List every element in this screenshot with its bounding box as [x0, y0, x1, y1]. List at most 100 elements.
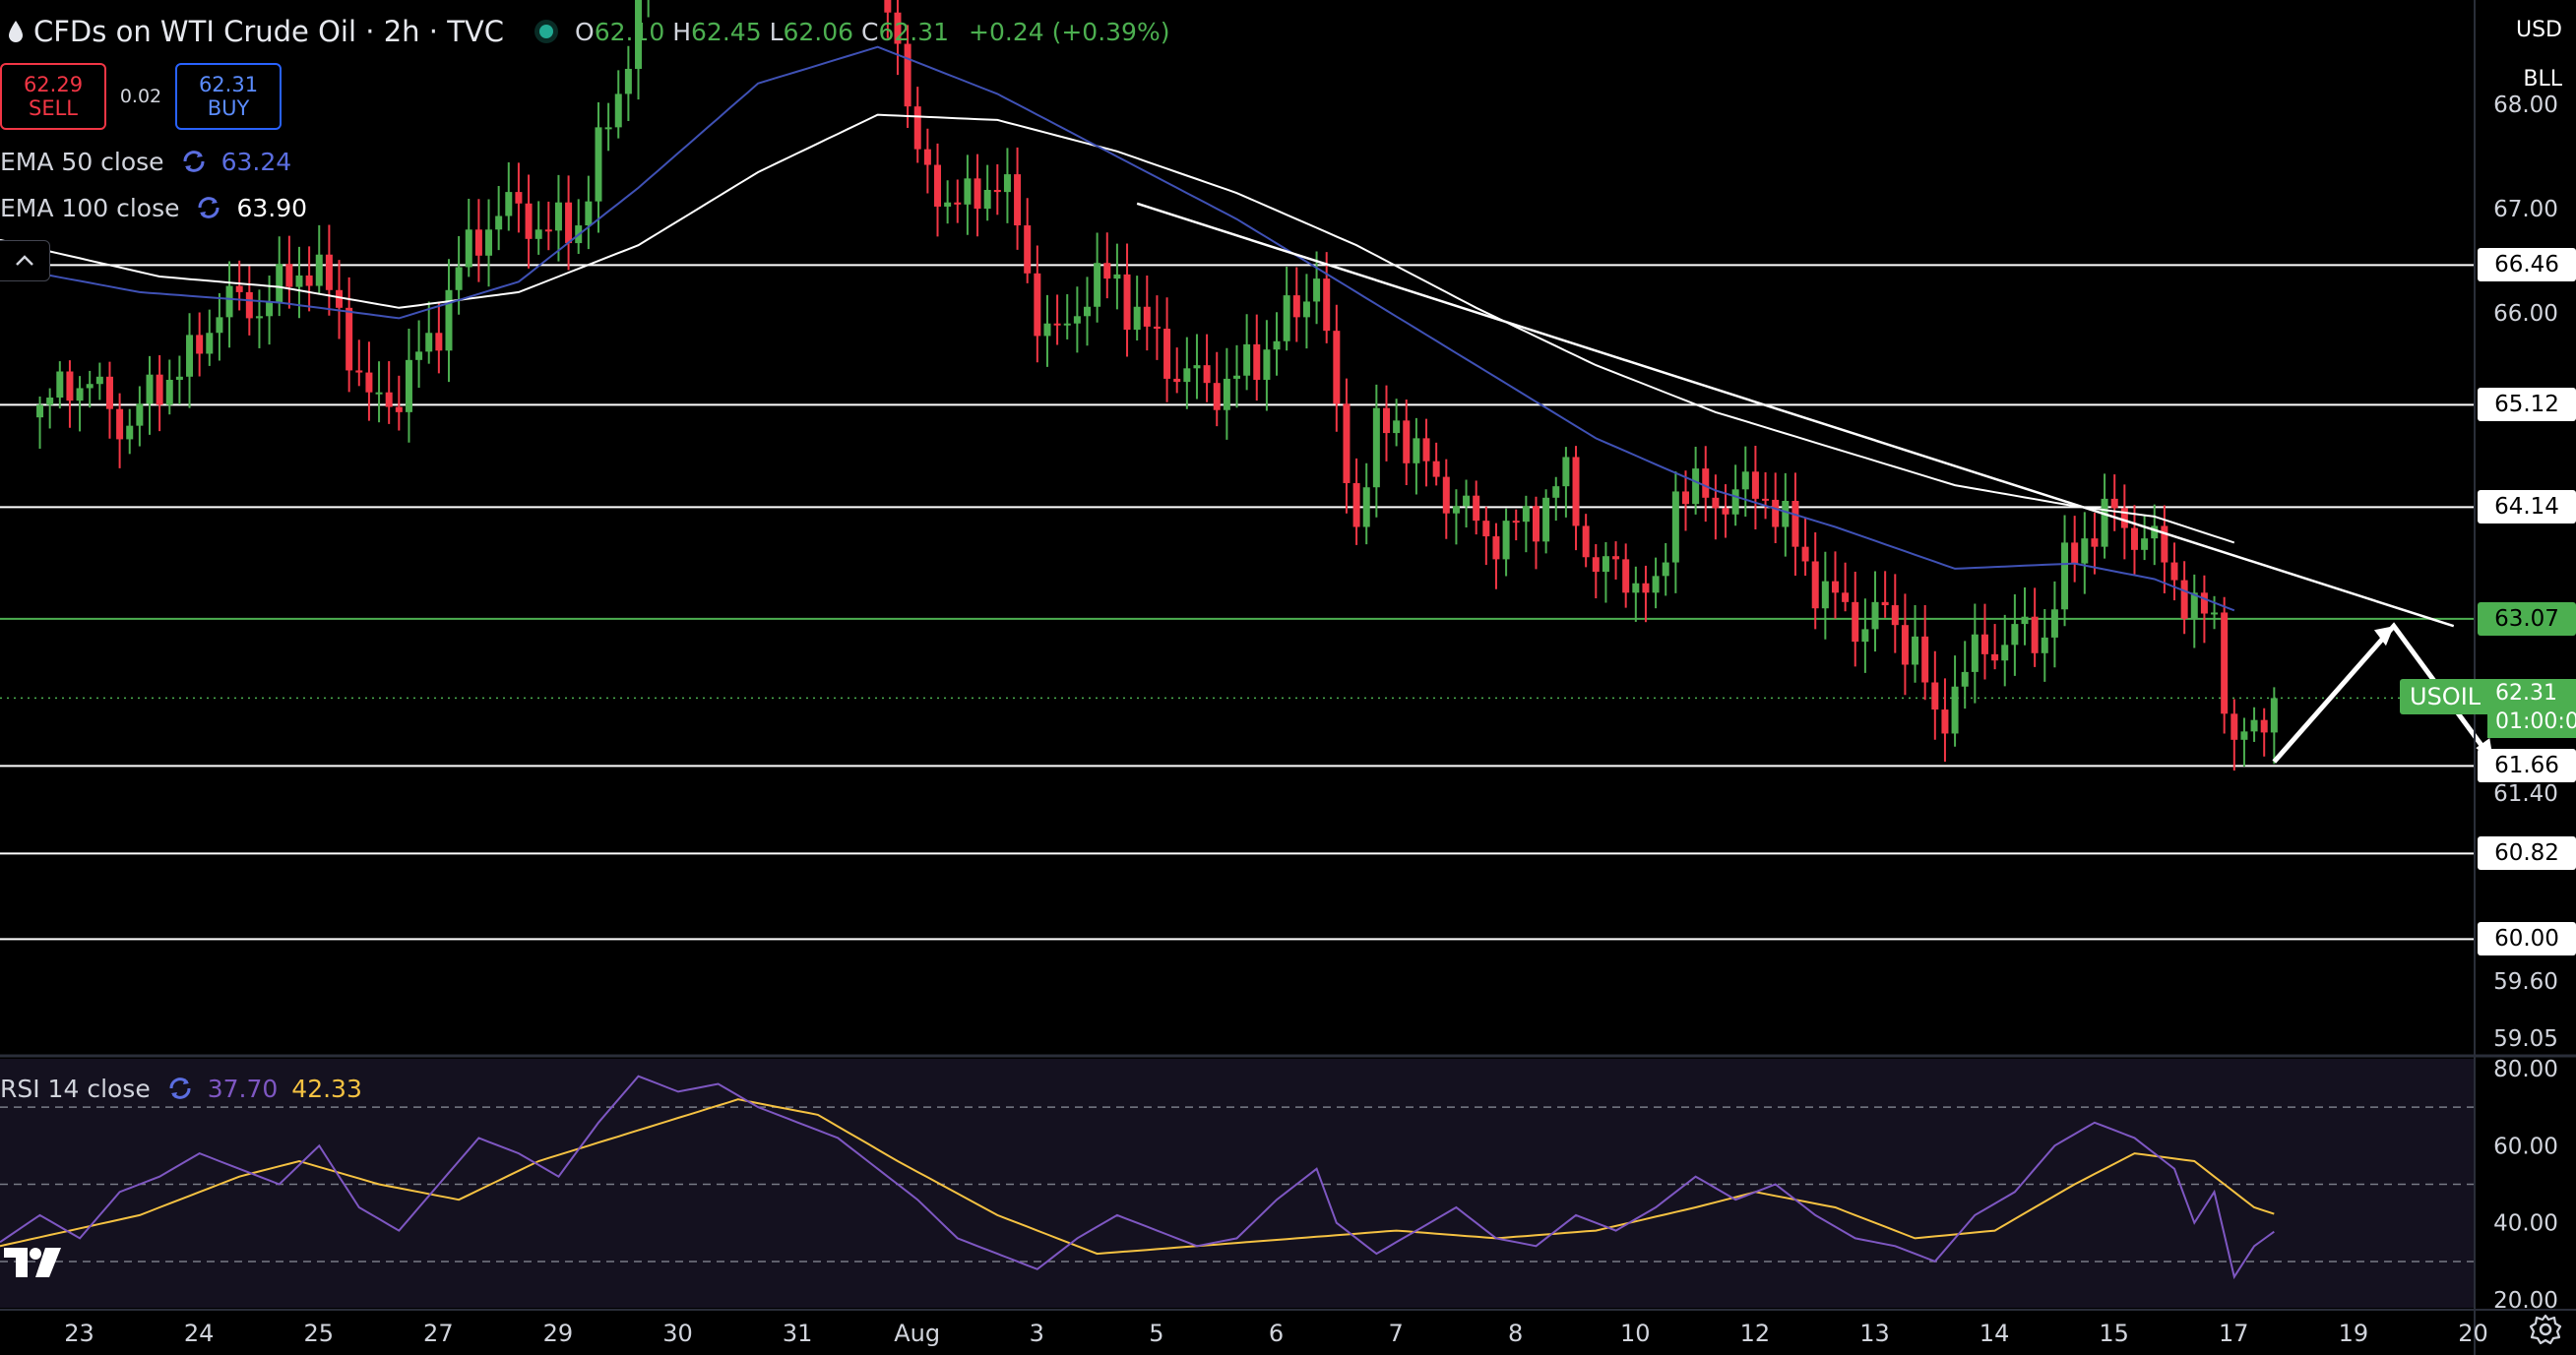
buy-label: BUY [207, 96, 250, 120]
candle-body [126, 425, 134, 440]
candle-body [196, 335, 204, 354]
candle-body [36, 404, 44, 418]
candle-body [1881, 601, 1889, 606]
currency-label[interactable]: USD [2516, 18, 2562, 42]
rsi-tick-label: 40.00 [2493, 1211, 2558, 1237]
candle-body [146, 374, 154, 404]
candle-body [595, 127, 602, 202]
time-tick-label: 25 [303, 1320, 334, 1347]
level-price-label[interactable]: 60.00 [2478, 922, 2576, 956]
time-tick-label: 5 [1149, 1320, 1163, 1347]
candle-body [1632, 583, 1640, 593]
symbol-title[interactable]: CFDs on WTI Crude Oil · 2h · TVC [33, 15, 504, 48]
candle-body [165, 379, 173, 405]
trade-buttons: 62.29 SELL 0.02 62.31 BUY [0, 63, 282, 130]
candle-body [325, 254, 333, 290]
candle-body [2270, 698, 2278, 733]
candle-body [474, 229, 482, 256]
change-value: +0.24 (+0.39%) [969, 17, 1170, 46]
rsi-label: RSI 14 close [0, 1074, 151, 1103]
candle-body [954, 202, 962, 205]
level-price-label[interactable]: 66.46 [2478, 248, 2576, 282]
open-value: 62.10 [594, 17, 665, 46]
candle-body [245, 291, 253, 319]
candle-body [1502, 521, 1510, 560]
ema50-legend[interactable]: EMA 50 close 63.24 [0, 144, 291, 179]
candle-body [1681, 491, 1689, 505]
candle-body [455, 267, 463, 290]
gear-icon[interactable] [2529, 1313, 2562, 1346]
candle-body [1762, 498, 1770, 501]
ema50-value: 63.24 [220, 147, 292, 176]
candle-body [1912, 636, 1919, 665]
candle-body [1971, 634, 1979, 672]
oil-drop-icon [9, 21, 23, 42]
candle-body [2211, 612, 2219, 615]
time-tick-label: 19 [2339, 1320, 2369, 1347]
level-price-label[interactable]: 60.82 [2478, 836, 2576, 871]
time-tick-label: 30 [662, 1320, 693, 1347]
rsi-legend[interactable]: RSI 14 close 37.70 42.33 [0, 1071, 362, 1106]
candle-body [1223, 378, 1230, 410]
symbol-header: CFDs on WTI Crude Oil · 2h · TVC O62.10 … [0, 10, 1169, 53]
candle-body [1003, 174, 1011, 193]
candle-body [1782, 500, 1790, 527]
candle-body [1642, 583, 1650, 593]
candle-body [1931, 682, 1939, 710]
candle-body [544, 229, 552, 232]
candle-body [305, 275, 313, 286]
candle-body [186, 335, 194, 377]
ema100-legend[interactable]: EMA 100 close 63.90 [0, 190, 307, 225]
candle-body [934, 164, 942, 207]
spread-value: 0.02 [119, 86, 162, 107]
low-value: 62.06 [783, 17, 854, 46]
candle-body [1193, 365, 1201, 369]
candle-body [405, 359, 412, 412]
level-price-label[interactable]: 65.12 [2478, 388, 2576, 422]
candle-body [1113, 274, 1121, 279]
candle-body [1662, 562, 1669, 577]
candle-body [1572, 457, 1580, 526]
candle-body [1352, 482, 1360, 527]
candle-body [1432, 461, 1440, 477]
candle-body [1452, 506, 1460, 514]
sell-button[interactable]: 62.29 SELL [0, 63, 106, 130]
candle-body [1123, 274, 1131, 331]
tradingview-logo[interactable] [2, 1242, 67, 1281]
chart-canvas[interactable]: 68.00 67.00 66.00 61.40 59.60 59.05 80.00 60.00… [0, 0, 2576, 1355]
candle-body [1811, 561, 1819, 609]
candle-body [1273, 340, 1281, 350]
sell-price: 62.29 [23, 72, 84, 96]
time-tick-label: 29 [543, 1320, 574, 1347]
level-price-label[interactable]: 63.07 [2478, 601, 2576, 636]
candle-body [1751, 471, 1759, 499]
level-price-label[interactable]: 64.14 [2478, 490, 2576, 524]
candle-body [1173, 378, 1181, 383]
candle-body [1492, 536, 1500, 560]
candle-body [1562, 457, 1570, 487]
candle-body [2141, 538, 2149, 550]
buy-button[interactable]: 62.31 BUY [175, 63, 282, 130]
candle-body [1852, 601, 1859, 643]
candle-body [76, 388, 84, 401]
candle-body [2260, 719, 2268, 733]
candle-body [255, 316, 263, 319]
candle-body [1612, 556, 1620, 560]
candle-body [105, 376, 113, 409]
candle-body [1323, 278, 1331, 332]
time-tick-label: 17 [2219, 1320, 2249, 1347]
candle-body [2011, 624, 2019, 646]
candle-body [1463, 495, 1471, 507]
ema50-line [0, 45, 2235, 612]
candle-body [1043, 323, 1051, 337]
rsi-tick-label: 80.00 [2493, 1057, 2558, 1082]
candle-body [1901, 625, 1909, 665]
level-price-label[interactable]: 61.66 [2478, 749, 2576, 783]
candle-body [993, 189, 1001, 193]
moving-averages [0, 45, 2235, 612]
collapse-legend-button[interactable] [0, 240, 50, 281]
candle-body [505, 192, 513, 216]
unit-label[interactable]: BLL [2523, 67, 2562, 92]
time-tick-label: 8 [1508, 1320, 1523, 1347]
candle-body [1741, 471, 1749, 490]
